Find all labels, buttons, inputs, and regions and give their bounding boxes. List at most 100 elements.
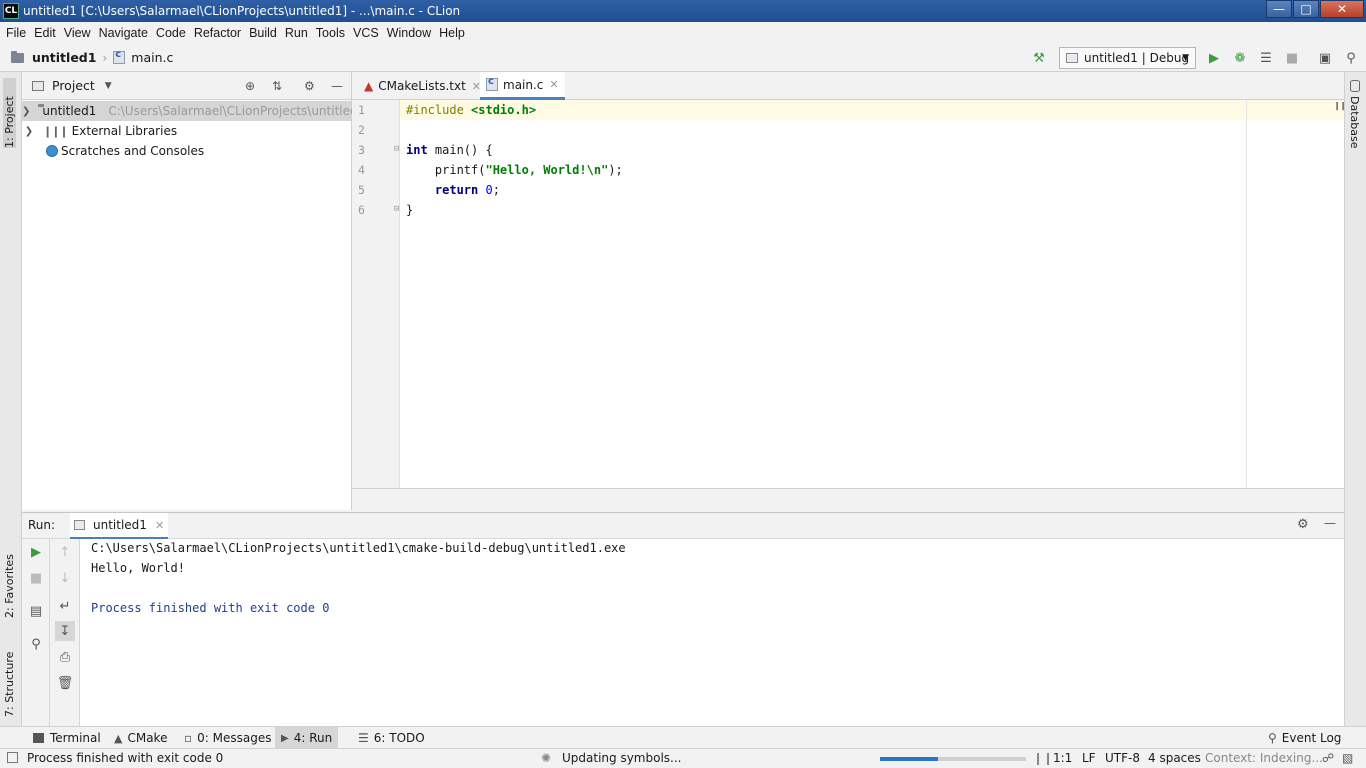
line-number: 1 xyxy=(358,103,365,117)
tab-label: CMakeLists.txt xyxy=(378,79,466,93)
debug-bug-icon[interactable]: ❁ xyxy=(1231,49,1249,67)
breadcrumb-file[interactable]: main.c xyxy=(131,50,173,65)
number-literal: 0 xyxy=(485,183,493,197)
project-structure-icon[interactable]: ▣ xyxy=(1316,49,1334,67)
toggle-tool-windows-icon[interactable] xyxy=(7,752,18,763)
code-line-1: #include <stdio.h> xyxy=(406,103,536,117)
run-icon[interactable]: ▶ xyxy=(1205,49,1223,67)
c-file-icon xyxy=(486,76,498,91)
menu-run[interactable]: Run xyxy=(281,26,312,40)
code-text: main() { xyxy=(427,143,493,157)
event-log-button[interactable]: ⚲ Event Log xyxy=(1262,727,1347,749)
menu-navigate[interactable]: Navigate xyxy=(95,26,152,40)
scroll-to-end-icon[interactable]: ↧ xyxy=(55,621,75,641)
soft-wrap-icon[interactable]: ↵ xyxy=(55,596,75,616)
tree-item-external-libraries[interactable]: ❯ ❙❙❙ External Libraries xyxy=(22,121,351,141)
search-everywhere-icon[interactable]: ⚲ xyxy=(1342,49,1360,67)
chevron-down-icon[interactable]: ▼ xyxy=(105,81,112,91)
menu-file[interactable]: File xyxy=(2,26,30,40)
pause-icon[interactable]: ❙❙ xyxy=(1033,751,1053,765)
restore-layout-icon[interactable]: ▤ xyxy=(26,601,46,621)
pin-icon[interactable]: ⚲ xyxy=(26,634,46,654)
run-panel: Run: untitled1 ✕ ⚙ — ▶ ■ ▤ ⚲ ↑ ↓ ↵ ↧ ⎙ 🗑… xyxy=(22,512,1344,727)
close-button[interactable]: ✕ xyxy=(1320,0,1364,18)
run-tab-untitled1[interactable]: untitled1 ✕ xyxy=(70,513,169,539)
menu-view[interactable]: View xyxy=(60,26,95,40)
project-panel-title[interactable]: Project xyxy=(52,78,95,93)
menu-vcs[interactable]: VCS xyxy=(349,26,383,40)
close-tab-icon[interactable]: ✕ xyxy=(155,519,164,532)
trash-icon[interactable]: 🗑 xyxy=(55,673,75,693)
hide-panel-icon[interactable]: — xyxy=(1324,516,1336,530)
keyword: int xyxy=(406,143,428,157)
background-task[interactable]: Updating symbols... xyxy=(562,751,681,765)
code-text: } xyxy=(406,203,414,217)
stop-icon[interactable]: ■ xyxy=(26,568,46,588)
run-toolbar-secondary: ↑ ↓ ↵ ↧ ⎙ 🗑 xyxy=(50,539,80,727)
breadcrumb-project[interactable]: untitled1 xyxy=(32,50,96,65)
fold-icon[interactable]: ⊟ xyxy=(394,204,399,214)
structure-tool-tab[interactable]: 7: Structure xyxy=(3,637,16,717)
database-tool-tab[interactable]: Database xyxy=(1348,80,1361,149)
status-message: Process finished with exit code 0 xyxy=(27,751,224,765)
project-tool-tab[interactable]: 1: Project xyxy=(3,78,16,148)
tree-item-scratches[interactable]: Scratches and Consoles xyxy=(22,141,351,161)
menu-help[interactable]: Help xyxy=(435,26,469,40)
tab-run[interactable]: ▶ 4: Run xyxy=(275,727,339,749)
gear-icon[interactable]: ⚙ xyxy=(304,79,315,93)
menu-code[interactable]: Code xyxy=(152,26,190,40)
chevron-right-icon[interactable]: ❯ xyxy=(22,126,36,137)
close-tab-icon[interactable]: ✕ xyxy=(549,78,558,91)
menu-tools[interactable]: Tools xyxy=(312,26,349,40)
line-number: 2 xyxy=(358,123,365,137)
cmake-icon: ▲ xyxy=(114,731,123,745)
menu-window[interactable]: Window xyxy=(383,26,435,40)
print-icon[interactable]: ⎙ xyxy=(55,647,75,667)
tab-label: 6: TODO xyxy=(373,731,425,745)
hide-panel-icon[interactable]: — xyxy=(331,79,343,93)
indent-setting[interactable]: 4 spaces xyxy=(1148,751,1201,765)
chevron-right-icon[interactable]: ❯ xyxy=(22,106,30,117)
tab-cmakelists[interactable]: ▲ CMakeLists.txt ✕ xyxy=(358,72,487,100)
run-coverage-icon[interactable]: ☰ xyxy=(1257,49,1275,67)
context-status[interactable]: Context: Indexing... xyxy=(1205,751,1323,765)
favorites-tool-tab[interactable]: 2: Favorites xyxy=(3,540,16,618)
minimize-button[interactable]: — xyxy=(1266,0,1292,18)
code-text: ); xyxy=(608,163,623,177)
tree-item-label: untitled1 xyxy=(42,104,97,118)
arrow-up-icon[interactable]: ↑ xyxy=(55,542,75,562)
fold-icon[interactable]: ⊟ xyxy=(394,144,399,154)
line-number: 5 xyxy=(358,183,365,197)
arrow-down-icon[interactable]: ↓ xyxy=(55,568,75,588)
clion-logo-icon: CL xyxy=(3,3,19,19)
maximize-button[interactable]: □ xyxy=(1293,0,1319,18)
project-panel: Project ▼ ⊕ ⇅ ⚙ — ❯ untitled1 C:\Users\S… xyxy=(22,72,365,510)
menu-refactor[interactable]: Refactor xyxy=(190,26,245,40)
tab-cmake[interactable]: ▲ CMake xyxy=(108,727,173,749)
tab-terminal[interactable]: Terminal xyxy=(27,727,107,749)
collapse-all-icon[interactable]: ⇅ xyxy=(272,79,282,93)
run-config-select[interactable]: untitled1 | Debug ▼ xyxy=(1059,47,1196,69)
project-tab-label: 1: Project xyxy=(3,96,16,148)
memory-indicator-icon[interactable]: ▧ xyxy=(1342,751,1353,765)
menu-edit[interactable]: Edit xyxy=(30,26,60,40)
locate-target-icon[interactable]: ⊕ xyxy=(245,79,255,93)
bottom-tool-tabs: Terminal ▲ CMake ▫ 0: Messages ▶ 4: Run … xyxy=(0,726,1366,749)
tab-messages[interactable]: ▫ 0: Messages xyxy=(178,727,277,749)
tab-todo[interactable]: ☰ 6: TODO xyxy=(352,727,431,749)
tree-item-untitled1[interactable]: ❯ untitled1 C:\Users\Salarmael\CLionProj… xyxy=(22,101,365,121)
build-hammer-icon[interactable]: ⚒ xyxy=(1030,49,1048,67)
menu-build[interactable]: Build xyxy=(245,26,281,40)
caret-position[interactable]: 1:1 xyxy=(1053,751,1072,765)
database-icon xyxy=(1349,80,1360,92)
rerun-icon[interactable]: ▶ xyxy=(26,542,46,562)
tab-label: CMake xyxy=(127,731,168,745)
line-separator[interactable]: LF xyxy=(1082,751,1096,765)
line-number: 6 xyxy=(358,203,365,217)
stop-icon[interactable]: ■ xyxy=(1283,49,1301,67)
gear-icon[interactable]: ⚙ xyxy=(1297,517,1309,532)
lock-icon[interactable]: ☍ xyxy=(1322,751,1334,765)
tab-main-c[interactable]: main.c ✕ xyxy=(480,72,565,100)
code-editor[interactable]: 1 2 3 4 5 6 ⊟ ⊟ #include <stdio.h> int m… xyxy=(352,100,1346,488)
file-encoding[interactable]: UTF-8 xyxy=(1105,751,1140,765)
